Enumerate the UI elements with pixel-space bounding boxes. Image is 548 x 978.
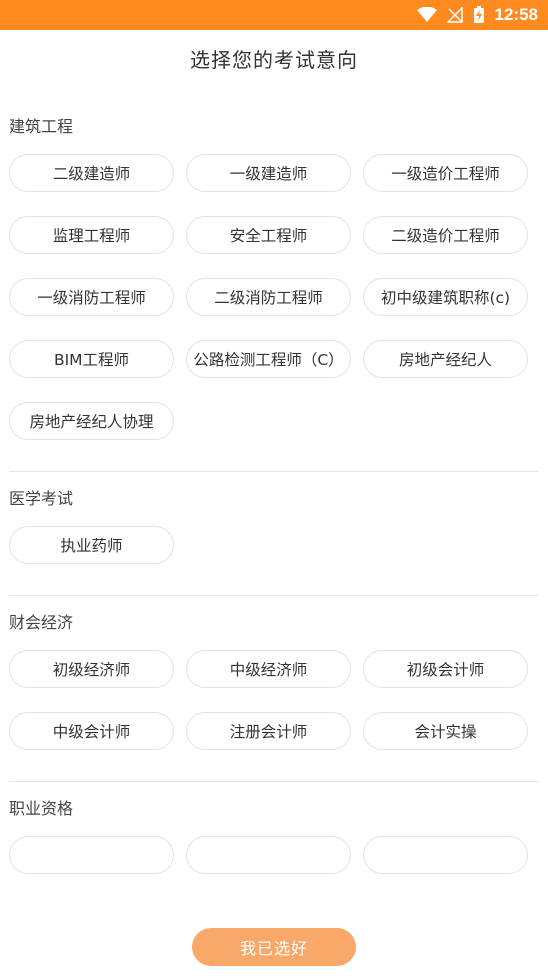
exam-option[interactable]	[363, 836, 528, 874]
section-professional: 职业资格	[0, 782, 548, 905]
section-title: 财会经济	[9, 613, 74, 632]
page-title: 选择您的考试意向	[190, 48, 358, 72]
confirm-button[interactable]: 我已选好	[192, 928, 356, 966]
exam-option[interactable]: 中级经济师	[186, 650, 351, 688]
section-title: 医学考试	[9, 489, 74, 508]
exam-option[interactable]: 监理工程师	[9, 216, 174, 254]
exam-option[interactable]: 会计实操	[363, 712, 528, 750]
exam-option[interactable]: 初级会计师	[363, 650, 528, 688]
section-construction: 建筑工程 二级建造师 一级建造师 一级造价工程师 监理工程师 安全工程师 二级造…	[0, 100, 548, 471]
exam-category-list[interactable]: 建筑工程 二级建造师 一级建造师 一级造价工程师 监理工程师 安全工程师 二级造…	[0, 100, 548, 912]
exam-option[interactable]: 中级会计师	[9, 712, 174, 750]
exam-option[interactable]	[186, 836, 351, 874]
exam-option[interactable]: 公路检测工程师（C）	[186, 340, 351, 378]
exam-option[interactable]: 注册会计师	[186, 712, 351, 750]
exam-option[interactable]: 初中级建筑职称(c)	[363, 278, 528, 316]
exam-option[interactable]: 房地产经纪人协理	[9, 402, 174, 440]
exam-option[interactable]: 一级造价工程师	[363, 154, 528, 192]
exam-option[interactable]: 一级建造师	[186, 154, 351, 192]
exam-option[interactable]: 执业药师	[9, 526, 174, 564]
exam-option[interactable]: 二级造价工程师	[363, 216, 528, 254]
status-bar: 12:58	[0, 0, 548, 30]
section-finance: 财会经济 初级经济师 中级经济师 初级会计师 中级会计师 注册会计师 会计实操	[0, 596, 548, 781]
exam-option[interactable]: 房地产经纪人	[363, 340, 528, 378]
section-title: 职业资格	[9, 799, 74, 818]
exam-option[interactable]: 一级消防工程师	[9, 278, 174, 316]
exam-option[interactable]: 二级建造师	[9, 154, 174, 192]
section-medical: 医学考试 执业药师	[0, 472, 548, 595]
exam-option[interactable]: BIM工程师	[9, 340, 174, 378]
exam-option[interactable]: 安全工程师	[186, 216, 351, 254]
exam-option[interactable]: 二级消防工程师	[186, 278, 351, 316]
signal-off-icon	[446, 7, 463, 23]
wifi-icon	[416, 7, 437, 23]
exam-option[interactable]	[9, 836, 174, 874]
battery-charging-icon	[473, 6, 485, 24]
status-time: 12:58	[494, 5, 538, 24]
footer-bar: 我已选好	[0, 912, 548, 978]
exam-option[interactable]: 初级经济师	[9, 650, 174, 688]
section-title: 建筑工程	[9, 117, 74, 136]
